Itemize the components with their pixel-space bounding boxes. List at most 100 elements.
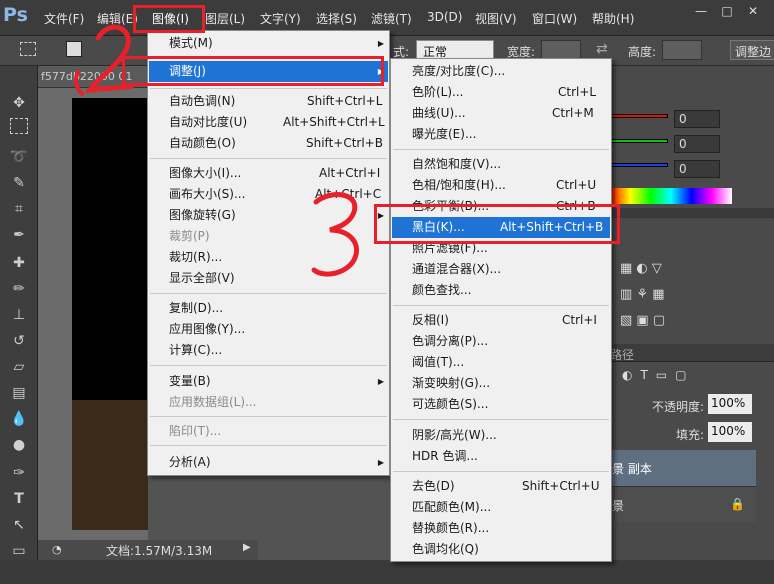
crop-tool-icon[interactable]: ⌗	[6, 198, 32, 220]
height-label: 高度:	[628, 45, 657, 59]
menu-item-duplicate[interactable]: 复制(D)...	[149, 298, 388, 319]
pen-tool-icon[interactable]: ✑	[6, 462, 32, 484]
menu-item-hue-saturation[interactable]: 色相/饱和度(H)... Ctrl+U	[392, 175, 610, 196]
menu-item-curves[interactable]: 曲线(U)... Ctrl+M	[392, 103, 610, 124]
menu-window[interactable]: 窗口(W)	[532, 10, 577, 27]
red-slider[interactable]	[610, 114, 668, 118]
style-select[interactable]: 正常	[416, 40, 494, 60]
menu-item-auto-color[interactable]: 自动颜色(O) Shift+Ctrl+B	[149, 133, 388, 154]
annotation-number-2	[73, 24, 135, 96]
menu-item-auto-contrast[interactable]: 自动对比度(U) Alt+Shift+Ctrl+L	[149, 112, 388, 133]
menu-item-channel-mixer[interactable]: 通道混合器(X)...	[392, 259, 610, 280]
fill-input[interactable]: 100%	[708, 422, 752, 442]
menu-item-photo-filter[interactable]: 照片滤镜(F)...	[392, 238, 610, 259]
history-brush-icon[interactable]: ↺	[6, 330, 32, 352]
menu-item-hdr-toning[interactable]: HDR 色调...	[392, 446, 610, 467]
layer-row-copy[interactable]: 景 副本	[610, 450, 756, 486]
layer-filter-icons[interactable]: ◐T▭▢	[622, 368, 694, 382]
dodge-tool-icon[interactable]: ●	[6, 434, 32, 456]
menu-item-selective-color[interactable]: 可选颜色(S)...	[392, 394, 610, 415]
layer-bg-name: 景	[612, 499, 625, 513]
menu-item-analysis[interactable]: 分析(A) ▶	[149, 452, 388, 473]
adjustments-icons[interactable]: ▦ ◐ ▽ ▥ ⚘ ▦ ▧ ▣ ▢	[610, 256, 710, 346]
blue-value[interactable]: 0	[674, 160, 720, 178]
gradient-icon[interactable]: ▤	[6, 382, 32, 404]
submenu-arrow-icon: ▶	[377, 458, 384, 467]
menu-filter[interactable]: 滤镜(T)	[371, 10, 412, 27]
green-slider[interactable]	[610, 139, 668, 143]
layer-row-background[interactable]: 景 🔒	[610, 486, 756, 522]
menu-item-exposure[interactable]: 曝光度(E)...	[392, 124, 610, 145]
refine-edge-button[interactable]: 调整边	[730, 40, 774, 60]
blur-tool-icon[interactable]: 💧	[6, 408, 32, 430]
menu-view[interactable]: 视图(V)	[475, 10, 517, 27]
menu-item-vibrance[interactable]: 自然饱和度(V)...	[392, 154, 610, 175]
opacity-label: 不透明度:	[652, 400, 705, 414]
menu-item-threshold[interactable]: 阈值(T)...	[392, 352, 610, 373]
width-field[interactable]	[541, 40, 581, 60]
path-select-icon[interactable]: ↖	[6, 514, 32, 536]
menu-item-calculations[interactable]: 计算(C)...	[149, 340, 388, 361]
menu-item-brightness-contrast[interactable]: 亮度/对比度(C)...	[392, 61, 610, 82]
menu-image[interactable]: 图像(I)	[152, 10, 189, 27]
menu-item-color-balance[interactable]: 色彩平衡(B)... Ctrl+B	[392, 196, 610, 217]
menu-item-replace-color[interactable]: 替换颜色(R)...	[392, 518, 610, 539]
healing-brush-icon[interactable]: ✚	[6, 252, 32, 274]
menu-item-mode[interactable]: 模式(M) ▶	[149, 33, 388, 54]
color-ramp[interactable]	[610, 188, 732, 204]
menu-item-adjustments[interactable]: 调整(J) ▶	[149, 61, 388, 82]
menu-type[interactable]: 文字(Y)	[260, 10, 301, 27]
menu-item-apply-image[interactable]: 应用图像(Y)...	[149, 319, 388, 340]
eraser-icon[interactable]: ▱	[6, 356, 32, 378]
green-value[interactable]: 0	[674, 135, 720, 153]
marquee-tool-icon[interactable]	[10, 118, 28, 134]
menu-separator	[150, 445, 387, 446]
menu-item-desaturate[interactable]: 去色(D) Shift+Ctrl+U	[392, 476, 610, 497]
eyedropper-icon[interactable]: ✒	[6, 224, 32, 246]
zoom-icon[interactable]: ◔	[52, 543, 62, 556]
minimize-icon[interactable]: —	[688, 0, 714, 22]
menu-item-color-lookup[interactable]: 颜色查找...	[392, 280, 610, 301]
menu-item-auto-tone[interactable]: 自动色调(N) Shift+Ctrl+L	[149, 91, 388, 112]
close-icon[interactable]: ✕	[740, 0, 766, 22]
opacity-input[interactable]: 100%	[708, 394, 752, 414]
menu-separator	[150, 293, 387, 294]
marquee-icon[interactable]	[20, 42, 36, 56]
bottom-bar	[0, 560, 774, 584]
menu-layer[interactable]: 图层(L)	[205, 10, 245, 27]
menu-separator	[150, 416, 387, 417]
menu-item-levels[interactable]: 色阶(L)... Ctrl+L	[392, 82, 610, 103]
menu-select[interactable]: 选择(S)	[316, 10, 357, 27]
menu-separator	[150, 365, 387, 366]
document-image-shirt	[72, 400, 148, 530]
menu-item-posterize[interactable]: 色调分离(P)...	[392, 331, 610, 352]
type-tool-icon[interactable]: T	[6, 488, 32, 510]
status-bar: ◔ 文档:1.57M/3.13M ▶	[38, 540, 258, 560]
menu-item-gradient-map[interactable]: 渐变映射(G)...	[392, 373, 610, 394]
move-tool-icon[interactable]: ✥	[6, 92, 32, 114]
layer-copy-name: 景 副本	[612, 462, 652, 476]
maximize-icon[interactable]: □	[714, 0, 740, 22]
swap-icon[interactable]: ⇄	[596, 41, 608, 57]
paths-tab[interactable]: 路径	[610, 346, 634, 363]
menu-3d[interactable]: 3D(D)	[427, 10, 462, 24]
menu-item-invert[interactable]: 反相(I) Ctrl+I	[392, 310, 610, 331]
menu-item-equalize[interactable]: 色调均化(Q)	[392, 539, 610, 560]
menu-item-apply-data-set: 应用数据组(L)...	[169, 395, 257, 409]
shape-tool-icon[interactable]: ▭	[6, 540, 32, 562]
red-value[interactable]: 0	[674, 110, 720, 128]
brush-tool-icon[interactable]: ✏	[6, 278, 32, 300]
stamp-tool-icon[interactable]: ⊥	[6, 304, 32, 326]
blue-slider[interactable]	[610, 163, 668, 167]
menu-help[interactable]: 帮助(H)	[592, 10, 634, 27]
height-field[interactable]	[662, 40, 702, 60]
lasso-tool-icon[interactable]: ➰	[6, 146, 32, 168]
menu-item-image-size[interactable]: 图像大小(I)... Alt+Ctrl+I	[149, 163, 388, 184]
menu-separator	[393, 149, 609, 150]
menu-item-variables[interactable]: 变量(B) ▶	[149, 371, 388, 392]
menu-item-match-color[interactable]: 匹配颜色(M)...	[392, 497, 610, 518]
menu-item-black-white[interactable]: 黑白(K)... Alt+Shift+Ctrl+B	[392, 217, 610, 238]
status-arrow-icon[interactable]: ▶	[243, 542, 251, 553]
menu-item-shadows-highlights[interactable]: 阴影/高光(W)...	[392, 425, 610, 446]
quick-select-icon[interactable]: ✎	[6, 172, 32, 194]
